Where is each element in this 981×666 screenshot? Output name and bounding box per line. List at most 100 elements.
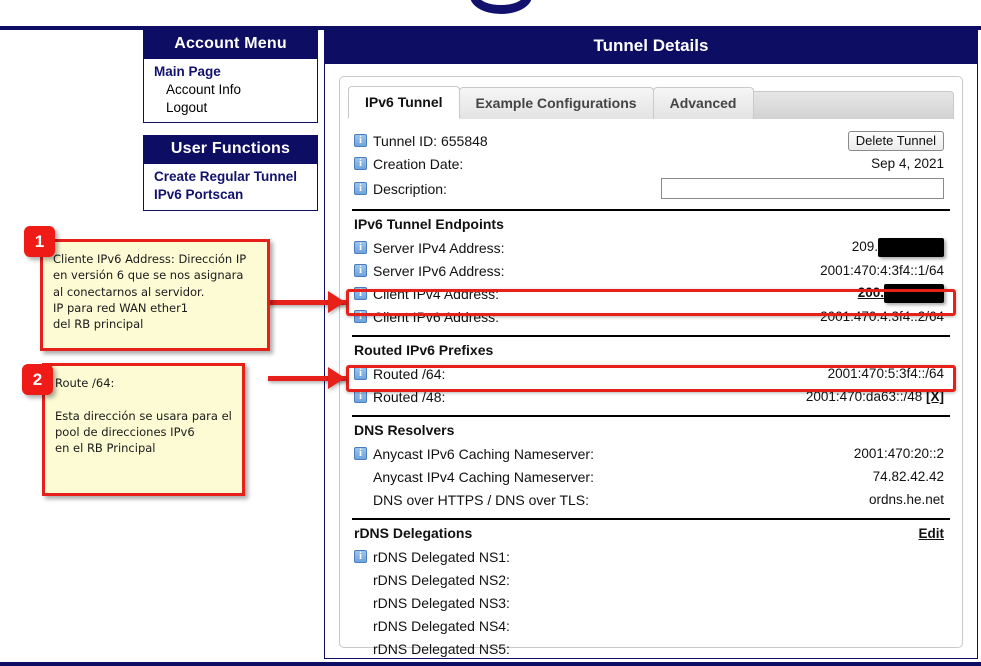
info-icon: i: [354, 367, 367, 380]
tab-content-ipv6-tunnel: i Tunnel ID: 655848 Delete Tunnel i Crea…: [348, 119, 954, 660]
row-routed-48: i Routed /48: 2001:470:da63::/48 [X]: [352, 385, 950, 408]
tab-container: IPv6 Tunnel Example Configurations Advan…: [339, 76, 963, 648]
sidebar-item-main-page[interactable]: Main Page: [144, 63, 317, 81]
section-header-rdns: rDNS Delegations Edit: [352, 518, 950, 545]
doh-dot-label: DNS over HTTPS / DNS over TLS:: [373, 492, 589, 508]
client-ipv4-label: Client IPv4 Address:: [373, 286, 499, 302]
info-icon: i: [354, 310, 367, 323]
sidebar-item-ipv6-portscan[interactable]: IPv6 Portscan: [144, 186, 317, 204]
sidebar-item-create-regular-tunnel[interactable]: Create Regular Tunnel: [144, 168, 317, 186]
description-input[interactable]: [661, 178, 944, 199]
routed-48-value: 2001:470:da63::/48 [X]: [806, 389, 944, 404]
edit-rdns-link[interactable]: Edit: [919, 526, 945, 541]
remove-prefix-link[interactable]: [X]: [926, 389, 944, 404]
row-rdns-ns3: rDNS Delegated NS3:: [352, 591, 950, 614]
icon-placeholder: [354, 619, 367, 632]
creation-date-label: Creation Date:: [373, 156, 463, 172]
rdns-ns4-label: rDNS Delegated NS4:: [373, 618, 510, 634]
icon-placeholder: [354, 573, 367, 586]
server-ipv6-value: 2001:470:4:3f4::1/64: [820, 263, 944, 278]
sidebar-item-logout[interactable]: Logout: [144, 99, 317, 117]
routed-48-prefix: 2001:470:da63::/48: [806, 389, 922, 404]
description-label: Description:: [373, 181, 447, 197]
server-ipv4-value: 209.: [852, 238, 944, 257]
row-anycast-ipv6-ns: i Anycast IPv6 Caching Nameserver: 2001:…: [352, 442, 950, 465]
info-icon: i: [354, 264, 367, 277]
redaction-bar: [884, 284, 944, 303]
server-ipv4-label: Server IPv4 Address:: [373, 240, 505, 256]
tunnel-details-panel: Tunnel Details IPv6 Tunnel Example Confi…: [324, 30, 978, 658]
client-ipv4-value: 200.: [858, 284, 944, 303]
row-description: i Description:: [352, 175, 950, 202]
rdns-ns5-label: rDNS Delegated NS5:: [373, 641, 510, 657]
icon-placeholder: [354, 470, 367, 483]
info-icon: i: [354, 241, 367, 254]
rdns-ns3-label: rDNS Delegated NS3:: [373, 595, 510, 611]
sidebar-item-account-info[interactable]: Account Info: [144, 81, 317, 99]
row-client-ipv6: i Client IPv6 Address: 2001:470:4:3f4::2…: [352, 305, 950, 328]
row-server-ipv6: i Server IPv6 Address: 2001:470:4:3f4::1…: [352, 259, 950, 282]
tab-bar: IPv6 Tunnel Example Configurations Advan…: [348, 85, 954, 119]
annotation-badge-1: 1: [24, 226, 55, 257]
user-functions-body: Create Regular Tunnel IPv6 Portscan: [143, 164, 318, 211]
section-title-rdns: rDNS Delegations: [354, 525, 472, 541]
tab-example-configurations[interactable]: Example Configurations: [459, 87, 654, 119]
routed-48-label: Routed /48:: [373, 389, 445, 405]
row-rdns-ns2: rDNS Delegated NS2:: [352, 568, 950, 591]
info-icon: i: [354, 550, 367, 563]
doh-dot-value: ordns.he.net: [869, 492, 944, 507]
page-title: Tunnel Details: [324, 30, 978, 64]
row-rdns-ns4: rDNS Delegated NS4:: [352, 614, 950, 637]
icon-placeholder: [354, 642, 367, 655]
annotation-number-2: 2: [33, 370, 42, 390]
routed-64-value: 2001:470:5:3f4::/64: [828, 366, 944, 381]
annotation-arrow-head-2: [328, 367, 345, 389]
tunnel-id-label: Tunnel ID: 655848: [373, 133, 488, 149]
section-header-dns: DNS Resolvers: [352, 415, 950, 442]
client-ipv6-value: 2001:470:4:3f4::2/64: [820, 309, 944, 324]
annotation-text-1: Cliente IPv6 Address: Dirección IP en ve…: [53, 252, 246, 331]
annotation-callout-1: Cliente IPv6 Address: Dirección IP en ve…: [40, 239, 270, 351]
row-rdns-ns1: i rDNS Delegated NS1:: [352, 545, 950, 568]
page-root: Account Menu Main Page Account Info Logo…: [0, 0, 981, 666]
rdns-ns2-label: rDNS Delegated NS2:: [373, 572, 510, 588]
row-client-ipv4: i Client IPv4 Address: 200.: [352, 282, 950, 305]
user-functions-title: User Functions: [143, 135, 318, 164]
anycast-ipv4-ns-value: 74.82.42.42: [873, 469, 944, 484]
delete-tunnel-button[interactable]: Delete Tunnel: [848, 131, 944, 151]
creation-date-value: Sep 4, 2021: [871, 156, 944, 171]
annotation-badge-2: 2: [22, 364, 53, 395]
row-tunnel-id: i Tunnel ID: 655848 Delete Tunnel: [352, 129, 950, 152]
section-title-prefixes: Routed IPv6 Prefixes: [354, 342, 493, 358]
row-rdns-ns5: rDNS Delegated NS5:: [352, 637, 950, 660]
annotation-callout-2: Route /64: Esta dirección se usara para …: [42, 363, 245, 496]
annotation-arrow-head-1: [328, 291, 345, 313]
section-title-dns: DNS Resolvers: [354, 422, 454, 438]
anycast-ipv6-ns-label: Anycast IPv6 Caching Nameserver:: [373, 446, 594, 462]
server-ipv4-prefix: 209.: [852, 239, 878, 254]
he-logo-arc-icon: [470, 0, 532, 14]
section-header-prefixes: Routed IPv6 Prefixes: [352, 335, 950, 362]
info-icon: i: [354, 447, 367, 460]
row-anycast-ipv4-ns: Anycast IPv4 Caching Nameserver: 74.82.4…: [352, 465, 950, 488]
server-ipv6-label: Server IPv6 Address:: [373, 263, 505, 279]
annotation-number-1: 1: [35, 232, 44, 252]
row-doh-dot: DNS over HTTPS / DNS over TLS: ordns.he.…: [352, 488, 950, 511]
tab-advanced[interactable]: Advanced: [653, 87, 754, 119]
account-menu-body: Main Page Account Info Logout: [143, 59, 318, 123]
annotation-text-2: Route /64: Esta dirección se usara para …: [55, 376, 232, 455]
icon-placeholder: [354, 596, 367, 609]
anycast-ipv4-ns-label: Anycast IPv4 Caching Nameserver:: [373, 469, 594, 485]
info-icon: i: [354, 157, 367, 170]
tab-ipv6-tunnel[interactable]: IPv6 Tunnel: [348, 86, 460, 119]
rdns-ns1-label: rDNS Delegated NS1:: [373, 549, 510, 565]
sidebar: Account Menu Main Page Account Info Logo…: [143, 30, 318, 223]
client-ipv6-label: Client IPv6 Address:: [373, 309, 499, 325]
redaction-bar: [878, 238, 944, 257]
user-functions-panel: User Functions Create Regular Tunnel IPv…: [143, 135, 318, 211]
row-creation-date: i Creation Date: Sep 4, 2021: [352, 152, 950, 175]
account-menu-panel: Account Menu Main Page Account Info Logo…: [143, 30, 318, 123]
tab-filler: [753, 91, 955, 119]
icon-placeholder: [354, 493, 367, 506]
info-icon: i: [354, 182, 367, 195]
